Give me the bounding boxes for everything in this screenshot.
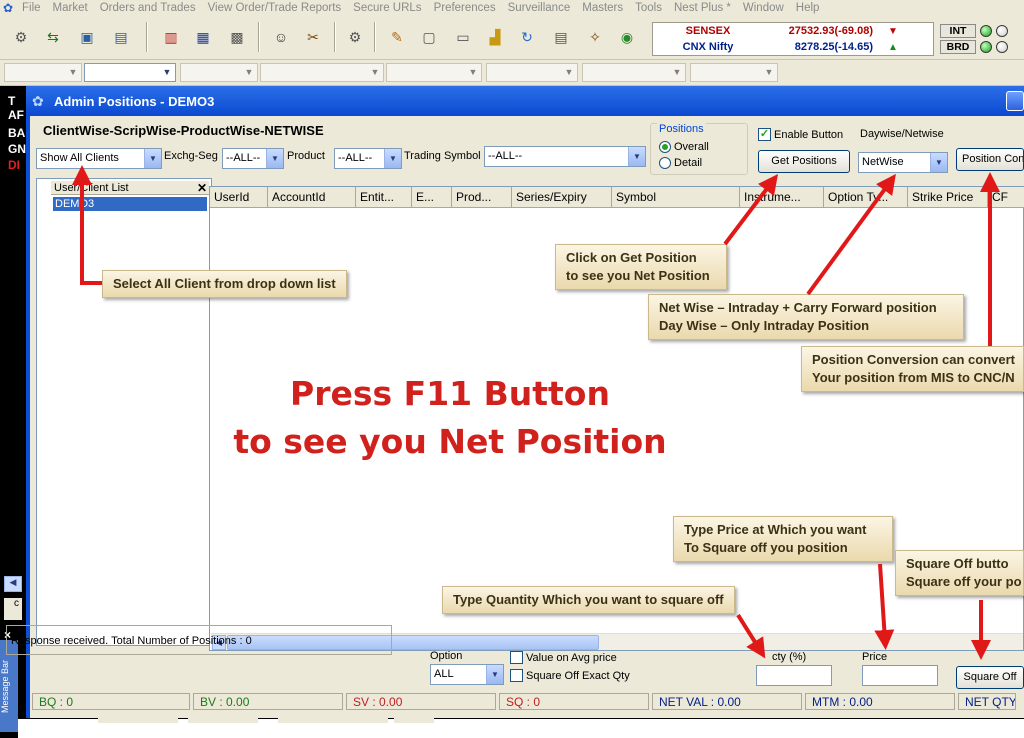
arrow-select-client [72, 165, 102, 285]
arrow-price [874, 563, 895, 650]
arrow-group [72, 165, 1000, 660]
arrow-netwise [806, 173, 896, 296]
arrow-get-position [723, 174, 779, 246]
arrow-quantity [736, 613, 766, 659]
annotation-arrows [72, 165, 1000, 660]
